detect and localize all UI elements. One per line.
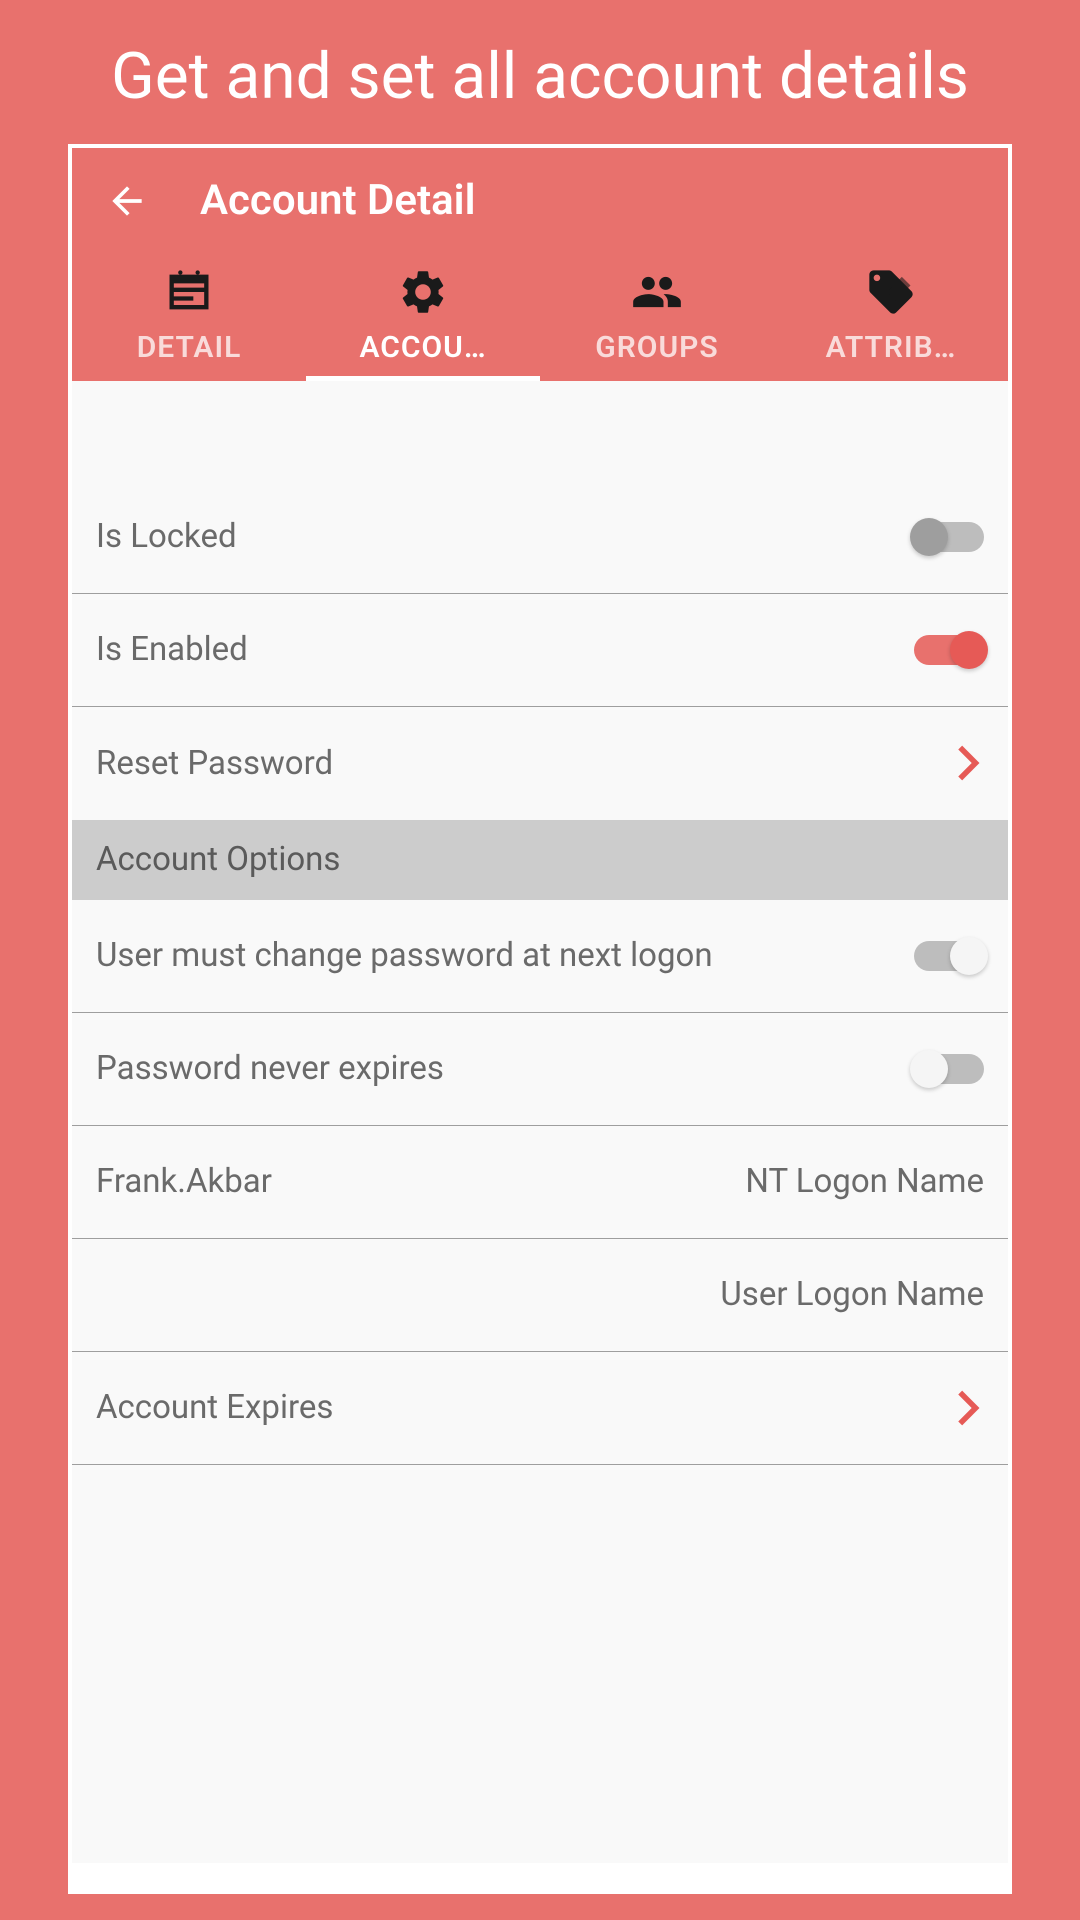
password-never-expires-label: Password never expires xyxy=(96,1049,444,1088)
setting-is-enabled[interactable]: Is Enabled xyxy=(72,594,1008,707)
setting-password-never-expires[interactable]: Password never expires xyxy=(72,1013,1008,1126)
tab-detail[interactable]: DETAIL xyxy=(72,254,306,381)
back-arrow-icon xyxy=(105,179,149,223)
tab-attributes-label: ATTRIB… xyxy=(774,330,1008,365)
setting-is-locked[interactable]: Is Locked xyxy=(72,481,1008,594)
is-locked-label: Is Locked xyxy=(96,517,237,556)
toggle-knob xyxy=(910,1050,948,1088)
id-card-icon xyxy=(72,266,306,318)
chevron-right-icon xyxy=(954,1393,984,1423)
setting-nt-logon-name[interactable]: Frank.Akbar NT Logon Name xyxy=(72,1126,1008,1239)
is-enabled-toggle[interactable] xyxy=(914,635,984,665)
account-expires-label: Account Expires xyxy=(96,1388,333,1427)
password-never-expires-toggle[interactable] xyxy=(914,1054,984,1084)
is-enabled-label: Is Enabled xyxy=(96,630,248,669)
chevron-right-icon xyxy=(954,748,984,778)
toggle-knob xyxy=(950,631,988,669)
setting-must-change-password[interactable]: User must change password at next logon xyxy=(72,900,1008,1013)
reset-password-label: Reset Password xyxy=(96,744,333,783)
setting-user-logon-name[interactable]: User Logon Name xyxy=(72,1239,1008,1352)
page-title: Account Detail xyxy=(200,176,476,225)
nt-logon-caption: NT Logon Name xyxy=(745,1162,984,1201)
tags-icon xyxy=(774,266,1008,318)
gear-icon xyxy=(306,266,540,318)
promo-title: Get and set all account details xyxy=(0,0,1080,144)
section-account-options: Account Options xyxy=(72,820,1008,900)
spacer xyxy=(72,381,1008,481)
tab-account-label: ACCOU… xyxy=(306,330,540,365)
app-header: Account Detail DETAIL ACCOU… GROUPS xyxy=(72,148,1008,381)
device-frame: Account Detail DETAIL ACCOU… GROUPS xyxy=(68,144,1012,1894)
toggle-knob xyxy=(950,937,988,975)
tab-account[interactable]: ACCOU… xyxy=(306,254,540,381)
users-icon xyxy=(540,266,774,318)
account-options-label: Account Options xyxy=(96,840,340,879)
user-logon-caption: User Logon Name xyxy=(720,1275,984,1314)
header-top: Account Detail xyxy=(72,148,1008,254)
tab-attributes[interactable]: ATTRIB… xyxy=(774,254,1008,381)
tab-detail-label: DETAIL xyxy=(72,330,306,365)
toggle-knob xyxy=(910,518,948,556)
must-change-password-toggle[interactable] xyxy=(914,941,984,971)
tabs: DETAIL ACCOU… GROUPS ATTRIB… xyxy=(72,254,1008,381)
setting-account-expires[interactable]: Account Expires xyxy=(72,1352,1008,1465)
setting-reset-password[interactable]: Reset Password xyxy=(72,707,1008,820)
back-arrow-button[interactable] xyxy=(102,176,152,226)
content: Is Locked Is Enabled Reset Password Acco… xyxy=(72,381,1008,1863)
tab-groups[interactable]: GROUPS xyxy=(540,254,774,381)
must-change-password-label: User must change password at next logon xyxy=(96,936,713,975)
tab-groups-label: GROUPS xyxy=(540,330,774,365)
is-locked-toggle[interactable] xyxy=(914,522,984,552)
nt-logon-value: Frank.Akbar xyxy=(96,1162,272,1201)
